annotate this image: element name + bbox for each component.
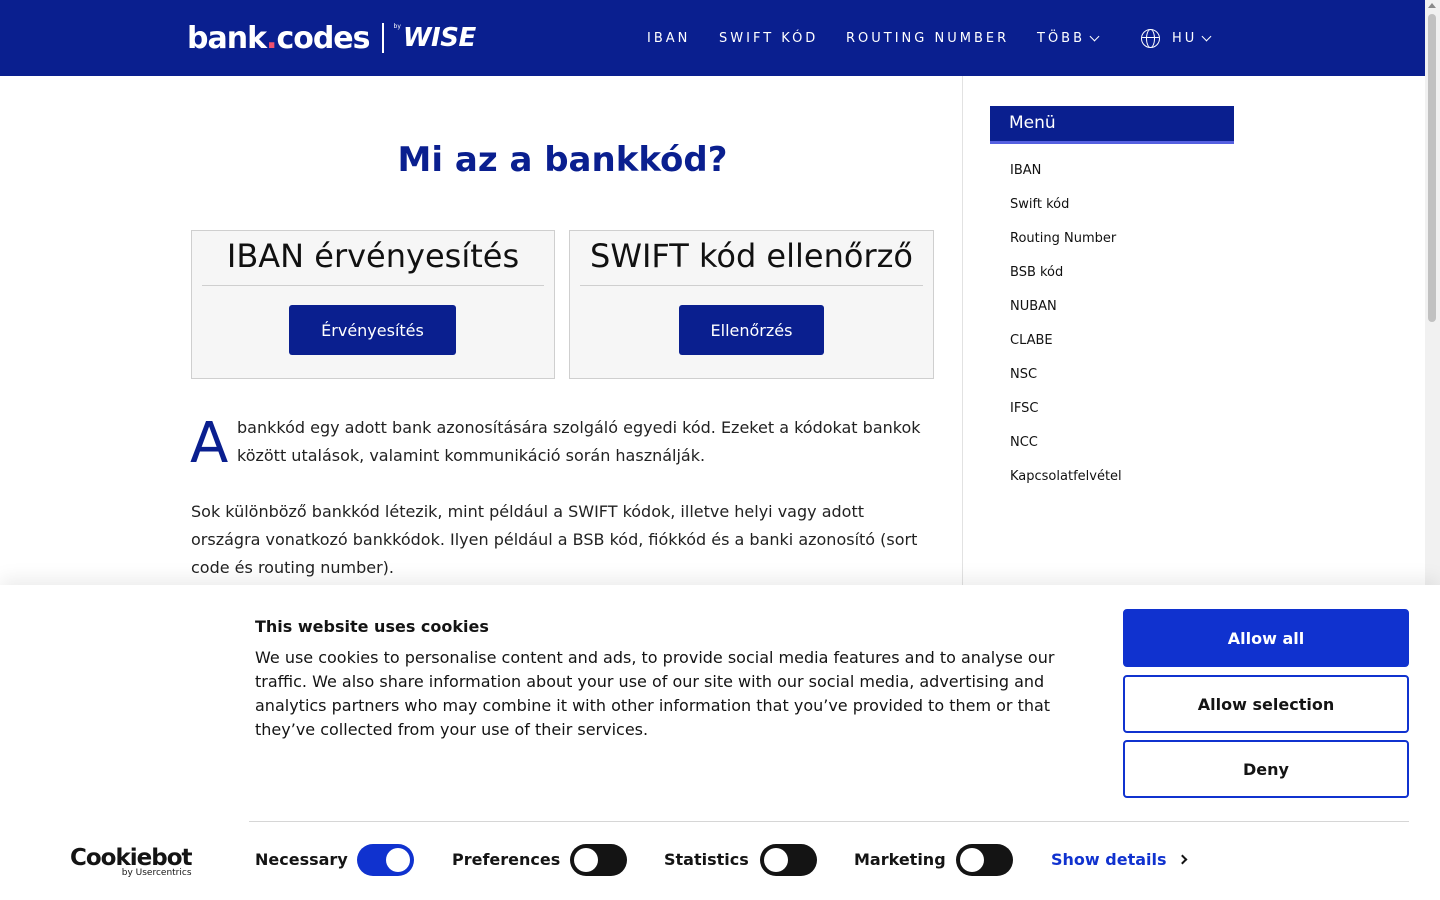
scroll-up-arrow-icon[interactable]: [1428, 3, 1436, 8]
nav-more-dropdown[interactable]: TÖBB: [1037, 0, 1100, 76]
cookiebot-logo[interactable]: Cookiebot by Usercentrics: [70, 845, 193, 878]
statistics-label: Statistics: [664, 850, 749, 869]
nav-swift-link[interactable]: SWIFT KÓD: [719, 31, 818, 46]
chevron-down-icon: [1201, 31, 1212, 41]
show-details-label: Show details: [1051, 850, 1167, 869]
deny-button[interactable]: Deny: [1123, 740, 1409, 798]
cookie-title: This website uses cookies: [255, 617, 489, 636]
toggle-knob: [386, 848, 410, 872]
nav-more-label: TÖBB: [1037, 30, 1086, 46]
nav-more-link[interactable]: TÖBB: [1037, 30, 1100, 46]
toggle-knob: [764, 848, 788, 872]
bank-codes-logo[interactable]: bank.codes by WISE: [187, 18, 476, 58]
preferences-label: Preferences: [452, 850, 561, 869]
sidebar-item-nuban[interactable]: NUBAN: [1010, 289, 1122, 323]
sidebar-menu-heading: Menü: [990, 106, 1234, 144]
wise-logo: WISE: [402, 23, 476, 53]
nav-iban-link[interactable]: IBAN: [647, 31, 690, 46]
preferences-toggle[interactable]: [570, 844, 627, 876]
nav-swift[interactable]: SWIFT KÓD: [719, 0, 818, 76]
iban-card-title: IBAN érvényesítés: [202, 237, 544, 286]
toggle-knob: [574, 848, 598, 872]
sidebar-item-routing-number[interactable]: Routing Number: [1010, 221, 1122, 255]
drop-cap: A: [190, 411, 229, 476]
statistics-toggle[interactable]: [760, 844, 817, 876]
bank-codes-paragraph: Sok különböző bankkód létezik, mint péld…: [191, 502, 918, 577]
show-details-link[interactable]: Show details: [1051, 850, 1187, 869]
logo-text: bank.codes: [187, 20, 371, 56]
sidebar-item-iban[interactable]: IBAN: [1010, 153, 1122, 187]
sidebar-item-bsb[interactable]: BSB kód: [1010, 255, 1122, 289]
allow-all-button[interactable]: Allow all: [1123, 609, 1409, 667]
sidebar-item-ncc[interactable]: NCC: [1010, 425, 1122, 459]
sidebar-item-ifsc[interactable]: IFSC: [1010, 391, 1122, 425]
language-link[interactable]: HU: [1172, 30, 1212, 46]
necessary-label: Necessary: [255, 850, 348, 869]
logo-by-text: by: [393, 22, 401, 30]
toggle-knob: [960, 848, 984, 872]
page-title: Mi az a bankkód?: [397, 140, 728, 180]
nav-iban[interactable]: IBAN: [647, 0, 690, 76]
swift-checker-card: SWIFT kód ellenőrző Ellenőrzés: [569, 230, 934, 379]
chevron-down-icon: [1089, 31, 1100, 41]
sidebar-item-contact[interactable]: Kapcsolatfelvétel: [1010, 459, 1122, 493]
allow-selection-button[interactable]: Allow selection: [1123, 675, 1409, 733]
chevron-right-icon: [1177, 854, 1187, 865]
nav-routing-link[interactable]: ROUTING NUMBER: [846, 31, 1009, 46]
sidebar-item-clabe[interactable]: CLABE: [1010, 323, 1122, 357]
sidebar-item-swift[interactable]: Swift kód: [1010, 187, 1122, 221]
marketing-toggle[interactable]: [956, 844, 1013, 876]
top-navigation-bar: bank.codes by WISE IBAN SWIFT KÓD ROUTIN…: [0, 0, 1425, 76]
cookie-description: We use cookies to personalise content an…: [255, 648, 1055, 739]
logo-separator: [381, 23, 384, 53]
validate-button[interactable]: Érvényesítés: [289, 305, 456, 355]
sidebar-item-nsc[interactable]: NSC: [1010, 357, 1122, 391]
scrollbar-thumb[interactable]: [1428, 14, 1436, 322]
globe-icon: [1141, 28, 1160, 48]
check-button[interactable]: Ellenőrzés: [679, 305, 824, 355]
language-label: HU: [1172, 30, 1198, 46]
nav-routing[interactable]: ROUTING NUMBER: [846, 0, 1009, 76]
necessary-toggle[interactable]: [357, 844, 414, 876]
sidebar-menu: IBAN Swift kód Routing Number BSB kód NU…: [1010, 153, 1122, 493]
cookie-divider: [249, 821, 1409, 822]
swift-card-title: SWIFT kód ellenőrző: [580, 237, 923, 286]
language-selector[interactable]: HU: [1141, 0, 1212, 76]
sidebar-divider: [962, 76, 963, 586]
marketing-label: Marketing: [854, 850, 946, 869]
iban-validation-card: IBAN érvényesítés Érvényesítés: [191, 230, 555, 379]
cookie-consent-banner: This website uses cookies We use cookies…: [0, 585, 1440, 900]
intro-paragraph: bankkód egy adott bank azonosítására szo…: [237, 418, 921, 465]
